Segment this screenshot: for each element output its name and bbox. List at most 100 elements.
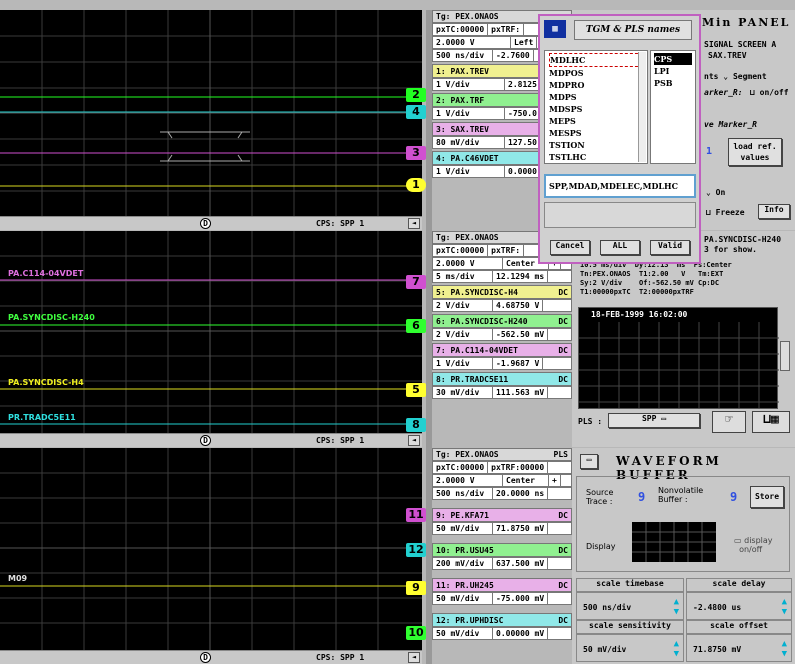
panel-c-pls[interactable]: PLS	[554, 450, 568, 459]
panel-a-timebase[interactable]: 500 ns/div	[433, 50, 493, 61]
panel-b-volt[interactable]: 2.0000 V	[433, 258, 503, 269]
pls-selector[interactable]: SPP ▭	[608, 413, 700, 428]
channel-12-value[interactable]: 0.00000 mV	[493, 628, 549, 639]
scale-delay-value[interactable]: -2.4800 us ▲ ▼	[686, 592, 792, 620]
preview-scrollbar[interactable]	[780, 341, 790, 371]
list-item[interactable]: TSTLHC	[549, 151, 643, 163]
channel-6-scale[interactable]: 2 V/div	[433, 329, 493, 340]
list-item[interactable]: PSB	[654, 77, 692, 89]
segment-menu[interactable]: nts ⌄ Segment	[704, 72, 767, 81]
scope-screen-c[interactable]: M09 D CPS: SPP 1 ◄	[0, 448, 422, 664]
channel-1-value[interactable]: 2.8125	[505, 79, 541, 90]
panel-b-offset[interactable]: 12.1294 ms	[493, 271, 549, 282]
channel-marker-3[interactable]: 3	[406, 146, 426, 160]
panel-b-timebase[interactable]: 5 ms/div	[433, 271, 493, 282]
channel-2-value[interactable]: -750.0	[505, 108, 541, 119]
channel-marker-8[interactable]: 8	[406, 418, 426, 432]
channel-11-scale[interactable]: 50 mV/div	[433, 593, 493, 604]
panel-a-mode[interactable]: Left	[511, 37, 538, 48]
pls-list[interactable]: CPS LPI PSB	[650, 50, 696, 164]
channel-11-header[interactable]: 11: PR.UH245 DC	[432, 578, 572, 592]
panel-c-offset[interactable]: 20.0000 ns	[493, 488, 549, 499]
all-button[interactable]: ALL	[600, 240, 640, 255]
grid-icon[interactable]: ⊔▦	[752, 411, 790, 433]
list-item[interactable]: MEPS	[549, 115, 643, 127]
channel-marker-7[interactable]: 7	[406, 275, 426, 289]
valid-button[interactable]: Valid	[650, 240, 690, 255]
panel-c-ptrf[interactable]: pxTRF:00000	[488, 462, 549, 473]
channel-12-header[interactable]: 12: PR.UPHDISC DC	[432, 613, 572, 627]
tgm-list[interactable]: MDLHC MDPOS MDPRO MDPS MDSPS MEPS MESPS …	[544, 50, 648, 164]
list-item[interactable]: TSTION	[549, 139, 643, 151]
list-item[interactable]: MDPOS	[549, 67, 643, 79]
d-marker-icon[interactable]: D	[200, 435, 211, 446]
d-marker-icon[interactable]: D	[200, 218, 211, 229]
channel-marker-10[interactable]: 10	[406, 626, 426, 640]
panel-b-ptc[interactable]: pxTC:00000	[433, 245, 489, 256]
channel-12-scale[interactable]: 50 mV/div	[433, 628, 493, 639]
channel-10-value[interactable]: 637.500 mV	[493, 558, 549, 569]
scale-timebase-value[interactable]: 500 ns/div ▲ ▼	[576, 592, 684, 620]
channel-5-header[interactable]: 5: PA.SYNCDISC-H4 DC	[432, 285, 572, 299]
panel-c-trigger[interactable]: Tg: PEX.ONAOS PLS	[432, 448, 572, 461]
channel-4-scale[interactable]: 1 V/div	[433, 166, 505, 177]
info-button[interactable]: Info	[758, 204, 790, 219]
scope-screen-a[interactable]: D CPS: SPP 1 ◄	[0, 10, 422, 230]
panel-c-volt[interactable]: 2.0000 V	[433, 475, 503, 486]
channel-8-value[interactable]: 111.563 mV	[493, 387, 549, 398]
channel-3-scale[interactable]: 80 mV/div	[433, 137, 505, 148]
channel-3-value[interactable]: 127.50	[505, 137, 541, 148]
channel-1-scale[interactable]: 1 V/div	[433, 79, 505, 90]
list-item[interactable]: MDLHC	[549, 53, 643, 67]
d-marker-icon[interactable]: D	[200, 652, 211, 663]
display-onoff-checkbox[interactable]: ▭ display on/off	[734, 536, 773, 554]
cancel-button[interactable]: Cancel	[550, 240, 590, 255]
store-button[interactable]: Store	[750, 486, 784, 508]
nonvolatile-buffer-value[interactable]: 9	[730, 490, 737, 504]
selection-input[interactable]: SPP,MDAD,MDELEC,MDLHC	[544, 174, 696, 198]
channel-5-scale[interactable]: 2 V/div	[433, 300, 493, 311]
channel-6-header[interactable]: 6: PA.SYNCDISC-H240 DC	[432, 314, 572, 328]
channel-marker-11[interactable]: 11	[406, 508, 426, 522]
freeze-checkbox[interactable]: ⊔ Freeze	[706, 208, 745, 217]
scope-screen-b[interactable]: PA.C114-04VDET PA.SYNCDISC-H240 PA.SYNCD…	[0, 231, 422, 447]
list-item[interactable]: MDPRO	[549, 79, 643, 91]
channel-7-value[interactable]: -1.9687 V	[493, 358, 544, 369]
channel-marker-9[interactable]: 9	[406, 581, 426, 595]
channel-marker-2[interactable]: 2	[406, 88, 426, 102]
channel-7-scale[interactable]: 1 V/div	[433, 358, 493, 369]
channel-10-header[interactable]: 10: PR.USU45 DC	[432, 543, 572, 557]
scale-sensitivity-value[interactable]: 50 mV/div ▲ ▼	[576, 634, 684, 662]
channel-5-value[interactable]: 4.68750 V	[493, 300, 544, 311]
channel-marker-6[interactable]: 6	[406, 319, 426, 333]
table-icon[interactable]: ▦	[544, 20, 566, 38]
panel-a-ptrf[interactable]: pxTRF:	[488, 24, 525, 35]
channel-9-scale[interactable]: 50 mV/div	[433, 523, 493, 534]
list-item[interactable]: LPI	[654, 65, 692, 77]
source-trace-value[interactable]: 9	[638, 490, 645, 504]
list-item[interactable]: MDSPS	[549, 103, 643, 115]
panel-a-ptc[interactable]: pxTC:00000	[433, 24, 489, 35]
channel-9-header[interactable]: 9: PE.KFA71 DC	[432, 508, 572, 522]
channel-marker-1[interactable]: 1	[406, 178, 426, 192]
channel-8-header[interactable]: 8: PR.TRADC5E11 DC	[432, 372, 572, 386]
channel-10-scale[interactable]: 200 mV/div	[433, 558, 493, 569]
channel-8-scale[interactable]: 30 mV/div	[433, 387, 493, 398]
marker-index[interactable]: 1	[706, 146, 712, 157]
list-item[interactable]: MDPS	[549, 91, 643, 103]
panel-a-offset[interactable]: -2.7600	[493, 50, 534, 61]
panel-a-volt[interactable]: 2.0000 V	[433, 37, 511, 48]
panel-c-mode[interactable]: Center	[503, 475, 549, 486]
list-item[interactable]: MESPS	[549, 127, 643, 139]
marker-r-toggle[interactable]: ⊔ on/off	[750, 88, 789, 97]
waveform-buffer-toggle[interactable]: ▭	[580, 454, 598, 469]
list-item[interactable]: CPS	[654, 53, 692, 65]
channel-marker-4[interactable]: 4	[406, 105, 426, 119]
pointer-icon[interactable]: ☞	[712, 411, 746, 433]
panel-c-ptc[interactable]: pxTC:00000	[433, 462, 489, 473]
channel-7-header[interactable]: 7: PA.C114-04VDET DC	[432, 343, 572, 357]
tgm-list-scrollbar[interactable]	[638, 52, 646, 162]
load-ref-values-button[interactable]: load ref. values	[728, 138, 782, 166]
panel-c-timebase[interactable]: 500 ns/div	[433, 488, 493, 499]
channel-4-value[interactable]: 0.0000	[505, 166, 541, 177]
